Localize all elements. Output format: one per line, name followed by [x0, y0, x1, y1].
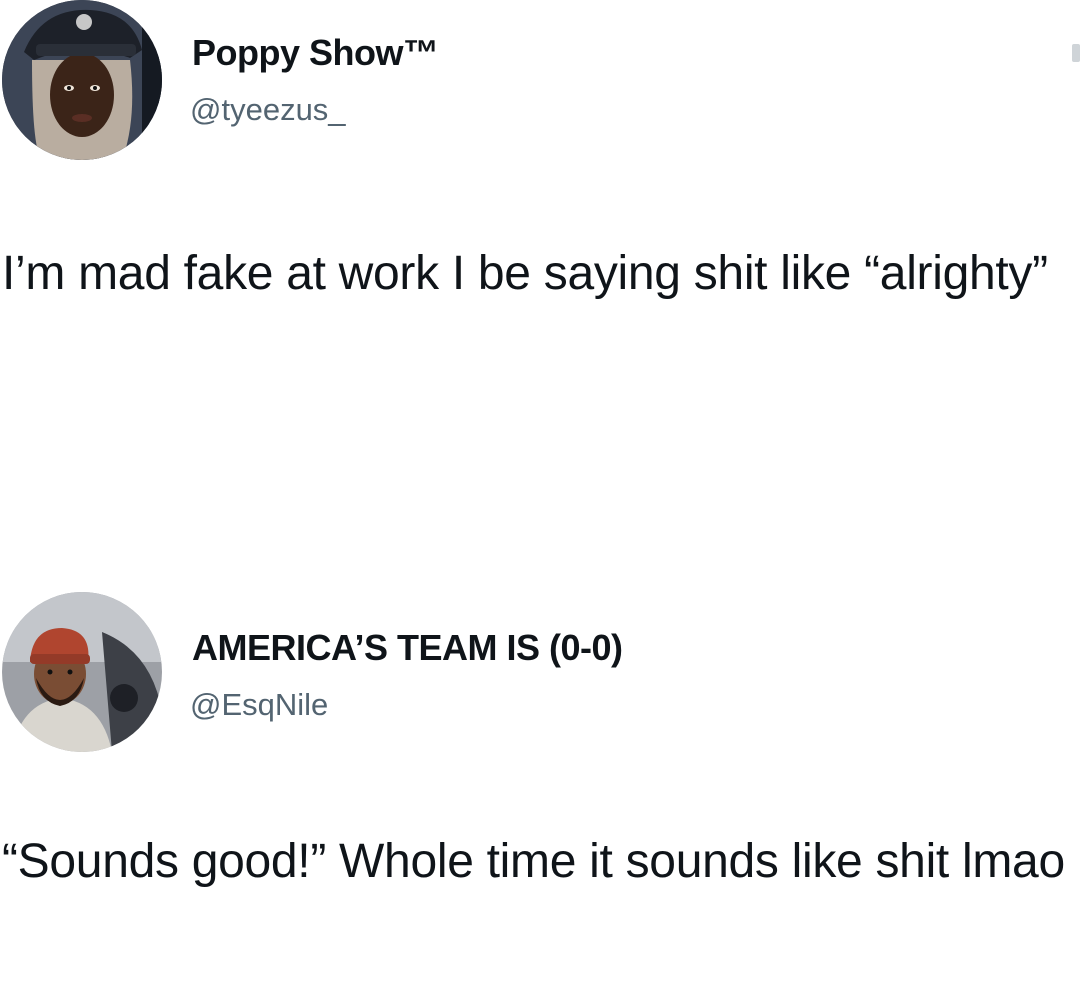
tweet-text: I’m mad fake at work I be saying shit li… — [2, 247, 1048, 300]
avatar-esqnile[interactable] — [2, 592, 162, 752]
display-name[interactable]: AMERICA’S TEAM IS (0-0) — [192, 627, 623, 669]
user-handle[interactable]: @EsqNile — [190, 687, 328, 723]
profile-photo-icon — [2, 592, 162, 752]
tweet-text: “Sounds good!” Whole time it sounds like… — [2, 835, 1065, 888]
avatar-poppy-show[interactable] — [2, 0, 162, 160]
more-options-icon[interactable] — [1072, 44, 1080, 62]
display-name[interactable]: Poppy Show™ — [192, 32, 439, 74]
profile-photo-icon — [2, 0, 162, 160]
user-handle[interactable]: @tyeezus_ — [190, 92, 346, 128]
